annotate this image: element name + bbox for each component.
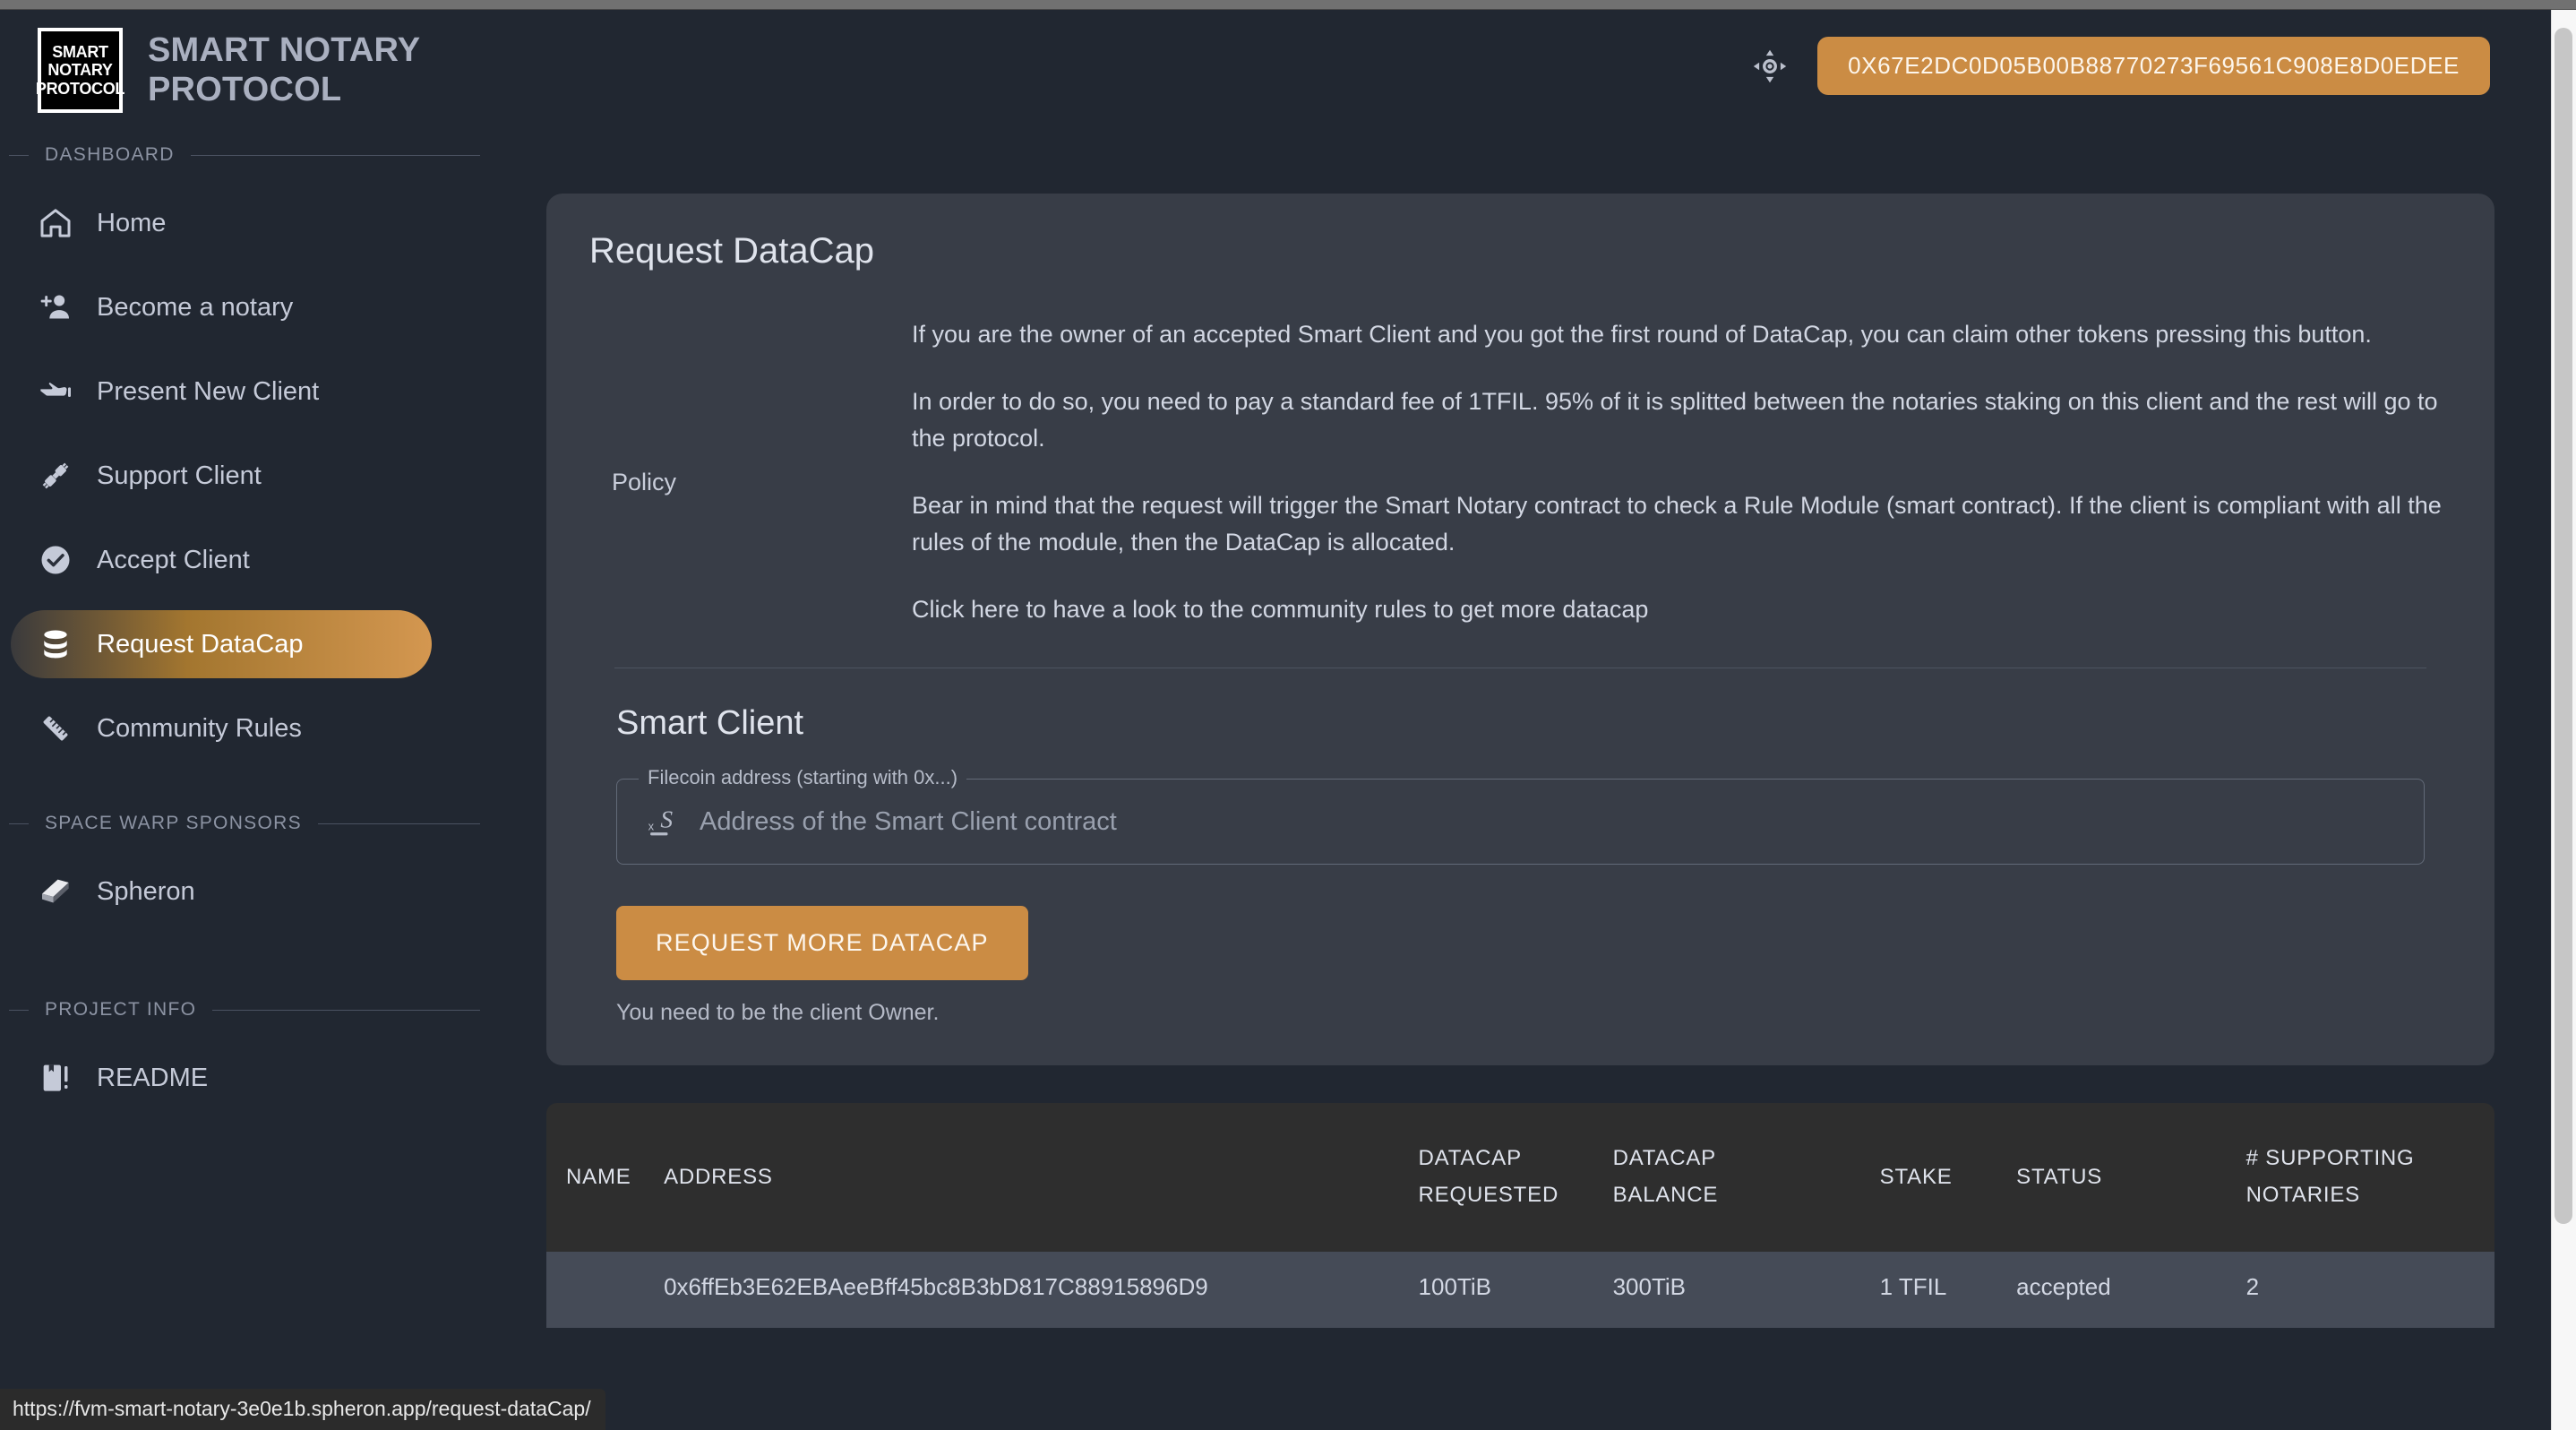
sidebar-item-label: Request DataCap — [97, 629, 304, 659]
main-content: Request DataCap Policy If you are the ow… — [546, 10, 2526, 1328]
database-icon — [38, 626, 73, 662]
policy-paragraph-2: In order to do so, you need to pay a sta… — [912, 388, 2438, 452]
request-datacap-card: Request DataCap Policy If you are the ow… — [546, 194, 2494, 1066]
cell-datacap-balance: 300TiB — [1612, 1272, 1687, 1300]
sidebar-item-label: README — [97, 1063, 209, 1092]
sidebar-item-label: Present New Client — [97, 376, 320, 406]
section-dash-right — [190, 154, 480, 156]
cell-name — [546, 1252, 664, 1328]
sidebar-item-readme[interactable]: README — [11, 1044, 432, 1112]
svg-text:S: S — [660, 806, 673, 833]
brand[interactable]: SMART NOTARY PROTOCOL SMART NOTARY PROTO… — [35, 28, 443, 113]
person-add-icon — [38, 289, 73, 325]
pointing-hand-icon — [38, 374, 73, 409]
logo-mark: SMART NOTARY PROTOCOL — [35, 28, 125, 113]
sidebar-item-become-a-notary[interactable]: Become a notary — [11, 273, 432, 341]
vertical-scrollbar-track[interactable] — [2551, 10, 2576, 1430]
table-header-row: NAME ADDRESS DATACAP REQUESTED DATACAP B… — [546, 1103, 2494, 1252]
sidebar-section-label: PROJECT INFO — [45, 999, 197, 1020]
policy-paragraph-1: If you are the owner of an accepted Smar… — [912, 321, 2372, 348]
cell-status: accepted — [2016, 1272, 2111, 1300]
policy-body: If you are the owner of an accepted Smar… — [912, 316, 2451, 628]
section-dash-right — [317, 823, 480, 824]
spheron-logo-icon — [38, 874, 73, 909]
sidebar-item-spheron[interactable]: Spheron — [11, 857, 432, 926]
sidebar-item-community-rules[interactable]: Community Rules — [11, 694, 432, 762]
browser-top-strip — [0, 0, 2576, 10]
sidebar-item-label: Spheron — [97, 876, 195, 906]
section-dash-right — [212, 1009, 480, 1011]
cell-stake: 1 TFIL — [1879, 1272, 1947, 1300]
section-dash-left — [9, 1009, 29, 1011]
cell-supporting-notaries: 2 — [2245, 1272, 2260, 1300]
logo-line-2: NOTARY — [47, 61, 113, 80]
cell-datacap-requested: 100TiB — [1418, 1272, 1491, 1300]
table-body: 0x6ffEb3E62EBAeeBff45bc8B3bD817C88915896… — [546, 1251, 2494, 1328]
column-header-name[interactable]: NAME — [546, 1103, 664, 1252]
sidebar-item-label: Community Rules — [97, 713, 302, 743]
table-row[interactable]: 0x6ffEb3E62EBAeeBff45bc8B3bD817C88915896… — [546, 1251, 2494, 1328]
field-legend: Filecoin address (starting with 0x...) — [639, 766, 967, 790]
book-icon — [38, 1060, 73, 1096]
column-header-datacap-requested[interactable]: DATACAP REQUESTED — [1419, 1103, 1613, 1252]
policy-row: Policy If you are the owner of an accept… — [589, 316, 2451, 628]
clients-table-card: NAME ADDRESS DATACAP REQUESTED DATACAP B… — [546, 1103, 2494, 1328]
sidebar-item-label: Support Client — [97, 461, 262, 490]
svg-text:x: x — [648, 820, 655, 833]
policy-paragraph-3: Bear in mind that the request will trigg… — [912, 492, 2442, 556]
sidebar-item-request-datacap[interactable]: Request DataCap — [11, 610, 432, 678]
sidebar-item-label: Accept Client — [97, 545, 250, 574]
sidebar-item-accept-client[interactable]: Accept Client — [11, 526, 432, 594]
section-dash-left — [9, 154, 29, 156]
check-circle-icon — [38, 542, 73, 578]
page-viewport: SMART NOTARY PROTOCOL SMART NOTARY PROTO… — [0, 10, 2576, 1430]
column-header-status[interactable]: STATUS — [2016, 1103, 2245, 1252]
page-title: Request DataCap — [589, 231, 874, 271]
sidebar-item-support-client[interactable]: Support Client — [11, 442, 432, 510]
cell-address: 0x6ffEb3E62EBAeeBff45bc8B3bD817C88915896… — [664, 1272, 1208, 1300]
sidebar-section-dashboard: DASHBOARD — [0, 144, 480, 166]
section-dash-left — [9, 823, 29, 824]
filecoin-address-input[interactable] — [700, 806, 2397, 837]
home-icon — [38, 205, 73, 241]
sidebar-item-label: Become a notary — [97, 292, 294, 322]
form-title: Smart Client — [616, 704, 804, 743]
logo-line-1: SMART — [52, 43, 108, 62]
policy-community-rules-link[interactable]: Click here to have a look to the communi… — [912, 591, 2443, 628]
contract-address-icon: S x — [644, 803, 680, 840]
plug-connect-icon — [38, 458, 73, 494]
sidebar-section-space-warp-sponsors: SPACE WARP SPONSORS — [0, 813, 480, 834]
brand-title: SMART NOTARY PROTOCOL — [148, 30, 420, 108]
sidebar: DASHBOARD Home Become a notary Present N… — [0, 144, 537, 1430]
request-more-datacap-button[interactable]: REQUEST MORE DATACAP — [616, 906, 1028, 981]
filecoin-address-field[interactable]: Filecoin address (starting with 0x...) S… — [616, 766, 2425, 866]
vertical-scrollbar-thumb[interactable] — [2555, 28, 2572, 1224]
smart-client-form: Smart Client Filecoin address (starting … — [589, 668, 2451, 1026]
clients-table: NAME ADDRESS DATACAP REQUESTED DATACAP B… — [546, 1103, 2494, 1328]
sidebar-item-present-new-client[interactable]: Present New Client — [11, 358, 432, 426]
sidebar-section-label: SPACE WARP SPONSORS — [45, 813, 302, 833]
table-head: NAME ADDRESS DATACAP REQUESTED DATACAP B… — [546, 1103, 2494, 1252]
sidebar-section-label: DASHBOARD — [45, 144, 175, 165]
ruler-icon — [38, 711, 73, 746]
column-header-datacap-balance[interactable]: DATACAP BALANCE — [1613, 1103, 1880, 1252]
policy-label: Policy — [612, 469, 677, 495]
status-bar-url: https://fvm-smart-notary-3e0e1b.spheron.… — [0, 1389, 605, 1430]
sidebar-item-label: Home — [97, 208, 167, 237]
column-header-address[interactable]: ADDRESS — [664, 1103, 1418, 1252]
column-header-stake[interactable]: STAKE — [1880, 1103, 2017, 1252]
owner-helper-text: You need to be the client Owner. — [616, 1000, 940, 1026]
sidebar-section-project-info: PROJECT INFO — [0, 999, 480, 1021]
sidebar-item-home[interactable]: Home — [11, 189, 432, 257]
column-header-supporting-notaries[interactable]: # SUPPORTING NOTARIES — [2246, 1103, 2494, 1252]
logo-line-3: PROTOCOL — [35, 79, 125, 98]
